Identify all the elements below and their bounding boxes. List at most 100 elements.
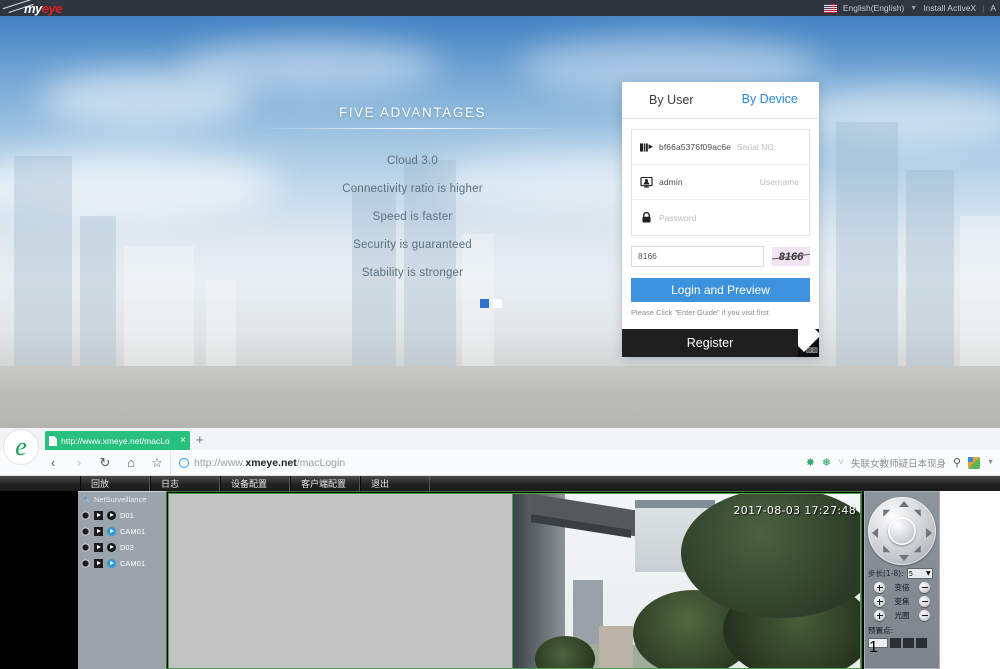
app-menu-icon[interactable] bbox=[968, 456, 981, 469]
carousel-dot-active[interactable] bbox=[480, 299, 489, 308]
address-bar[interactable]: http://www.xmeye.net/macLogin bbox=[170, 449, 806, 476]
username-value: admin bbox=[659, 177, 683, 187]
record-icon[interactable] bbox=[81, 558, 90, 568]
nvr-client-window: 回放 日志 设备配置 客户端配置 退出 🔧 NetSurveillance D0… bbox=[0, 476, 1000, 669]
captcha-image[interactable]: 8166 bbox=[772, 247, 810, 266]
login-tabs: By User By Device bbox=[622, 82, 819, 119]
ptz-iris-plus-button[interactable] bbox=[874, 610, 885, 621]
advantages-title: FIVE ADVANTAGES bbox=[338, 105, 487, 120]
page-icon bbox=[49, 435, 57, 446]
ptz-iris-minus-button[interactable] bbox=[919, 610, 930, 621]
star-icon[interactable]: ☆ bbox=[144, 450, 170, 476]
tree-node[interactable]: D01 bbox=[81, 507, 166, 523]
ptz-down-right-arrow[interactable] bbox=[913, 545, 925, 556]
advantage-item: Connectivity ratio is higher bbox=[342, 183, 483, 195]
capture-icon[interactable] bbox=[94, 510, 103, 520]
install-activex-link[interactable]: Install ActiveX bbox=[923, 3, 976, 13]
tree-node[interactable]: CAM01 bbox=[81, 555, 166, 571]
ptz-center-hub[interactable] bbox=[888, 517, 916, 545]
ptz-step-select[interactable]: 5 ▼ bbox=[906, 568, 933, 579]
leaf-icon[interactable]: ❅ bbox=[822, 456, 831, 469]
play-icon[interactable] bbox=[107, 558, 116, 568]
advantages-divider bbox=[260, 128, 565, 129]
play-icon[interactable] bbox=[107, 526, 116, 536]
advantage-item: Cloud 3.0 bbox=[386, 155, 439, 167]
menu-item-device-config[interactable]: 设备配置 bbox=[220, 476, 290, 491]
menu-item-exit[interactable]: 退出 bbox=[360, 476, 430, 491]
ptz-dpad-icon[interactable] bbox=[868, 497, 936, 565]
search-icon[interactable]: ⚲ bbox=[953, 456, 961, 469]
menu-item-client-config[interactable]: 客户端配置 bbox=[290, 476, 360, 491]
language-label[interactable]: English(English) bbox=[843, 3, 904, 13]
captcha-input[interactable]: 8166 bbox=[631, 246, 764, 267]
home-icon[interactable]: ⌂ bbox=[118, 450, 144, 476]
capture-icon[interactable] bbox=[94, 526, 103, 536]
play-icon[interactable] bbox=[107, 542, 116, 552]
carousel-dot[interactable] bbox=[493, 299, 502, 308]
ptz-down-left-arrow[interactable] bbox=[879, 545, 891, 556]
ptz-focus-plus-button[interactable] bbox=[874, 596, 885, 607]
ptz-zoom-minus-button[interactable] bbox=[919, 582, 930, 593]
menu-item-log[interactable]: 日志 bbox=[150, 476, 220, 491]
tab-by-user[interactable]: By User bbox=[622, 82, 721, 118]
ptz-preset-button-1[interactable] bbox=[890, 638, 901, 648]
ptz-up-right-arrow[interactable] bbox=[913, 506, 925, 517]
tab-by-device[interactable]: By Device bbox=[720, 82, 819, 118]
video-cell-live[interactable]: 2017-08-03 17:27:48 bbox=[512, 493, 861, 669]
browser-tab[interactable]: http://www.xmeye.net/macLo × bbox=[45, 431, 190, 450]
tree-node-label: CAM01 bbox=[120, 558, 146, 568]
url-prefix: http://www. bbox=[194, 456, 246, 469]
ptz-preset-input[interactable]: 1 bbox=[868, 638, 888, 656]
top-right-controls: English(English) ▼ Install ActiveX | A bbox=[823, 0, 996, 16]
ptz-control-panel: 步长(1-8): 5 ▼ 变倍 变焦 光圈 预置点: 1 bbox=[864, 491, 940, 669]
username-field-row[interactable]: admin Username bbox=[632, 165, 809, 200]
chevron-down-icon[interactable]: ˅ bbox=[838, 457, 844, 468]
register-button[interactable]: Register bbox=[622, 329, 798, 357]
device-serial-icon bbox=[640, 142, 653, 152]
carousel-indicators[interactable] bbox=[480, 299, 502, 308]
hot-search-text[interactable]: 失联女教师疑日本现身 bbox=[851, 456, 946, 470]
video-cell-empty[interactable] bbox=[168, 493, 516, 669]
ptz-preset-button-2[interactable] bbox=[903, 638, 914, 648]
tree-node[interactable]: D03 bbox=[81, 539, 166, 555]
ptz-up-left-arrow[interactable] bbox=[879, 506, 891, 517]
us-flag-icon bbox=[823, 3, 837, 13]
menu-item-playback[interactable]: 回放 bbox=[80, 476, 150, 491]
reload-icon[interactable]: ↻ bbox=[92, 450, 118, 476]
ptz-preset-button-3[interactable] bbox=[916, 638, 927, 648]
chevron-down-icon[interactable]: ▼ bbox=[987, 459, 994, 466]
register-row: Register ▨▨ bbox=[622, 329, 819, 357]
close-icon[interactable]: × bbox=[180, 435, 186, 446]
plus-icon[interactable]: + bbox=[196, 432, 204, 447]
qr-corner-icon[interactable]: ▨▨ bbox=[798, 329, 819, 357]
shield-icon[interactable]: ✸ bbox=[806, 456, 815, 469]
tree-node-label: D03 bbox=[120, 542, 134, 552]
chevron-down-icon: ▼ bbox=[926, 570, 931, 577]
chevron-down-icon[interactable]: ▼ bbox=[910, 5, 917, 12]
username-placeholder: Username bbox=[759, 177, 799, 187]
logo-text-primary: my bbox=[24, 0, 42, 16]
topright-extra[interactable]: A bbox=[990, 3, 996, 13]
serial-field-row[interactable]: bf66a5376f09ac6e Serial NO. bbox=[632, 130, 809, 165]
play-icon[interactable] bbox=[107, 510, 116, 520]
login-and-preview-button[interactable]: Login and Preview bbox=[631, 278, 810, 302]
ptz-focus-minus-button[interactable] bbox=[919, 596, 930, 607]
browser-chrome: e http://www.xmeye.net/macLo × + ‹ › ↻ ⌂… bbox=[0, 428, 1000, 476]
record-icon[interactable] bbox=[81, 542, 90, 552]
tree-node[interactable]: CAM01 bbox=[81, 523, 166, 539]
capture-icon[interactable] bbox=[94, 542, 103, 552]
record-icon[interactable] bbox=[81, 510, 90, 520]
video-building-far bbox=[599, 626, 633, 668]
ptz-down-arrow[interactable] bbox=[899, 555, 909, 561]
chevron-right-icon[interactable]: › bbox=[66, 450, 92, 476]
wrench-icon: 🔧 bbox=[81, 495, 91, 504]
ptz-zoom-plus-button[interactable] bbox=[874, 582, 885, 593]
password-field-row[interactable]: Password bbox=[632, 200, 809, 235]
ptz-up-arrow[interactable] bbox=[899, 501, 909, 507]
ptz-left-arrow[interactable] bbox=[872, 528, 878, 538]
menu-left-spacer bbox=[0, 476, 80, 491]
chevron-left-icon[interactable]: ‹ bbox=[40, 450, 66, 476]
ptz-right-arrow[interactable] bbox=[926, 528, 932, 538]
capture-icon[interactable] bbox=[94, 558, 103, 568]
record-icon[interactable] bbox=[81, 526, 90, 536]
